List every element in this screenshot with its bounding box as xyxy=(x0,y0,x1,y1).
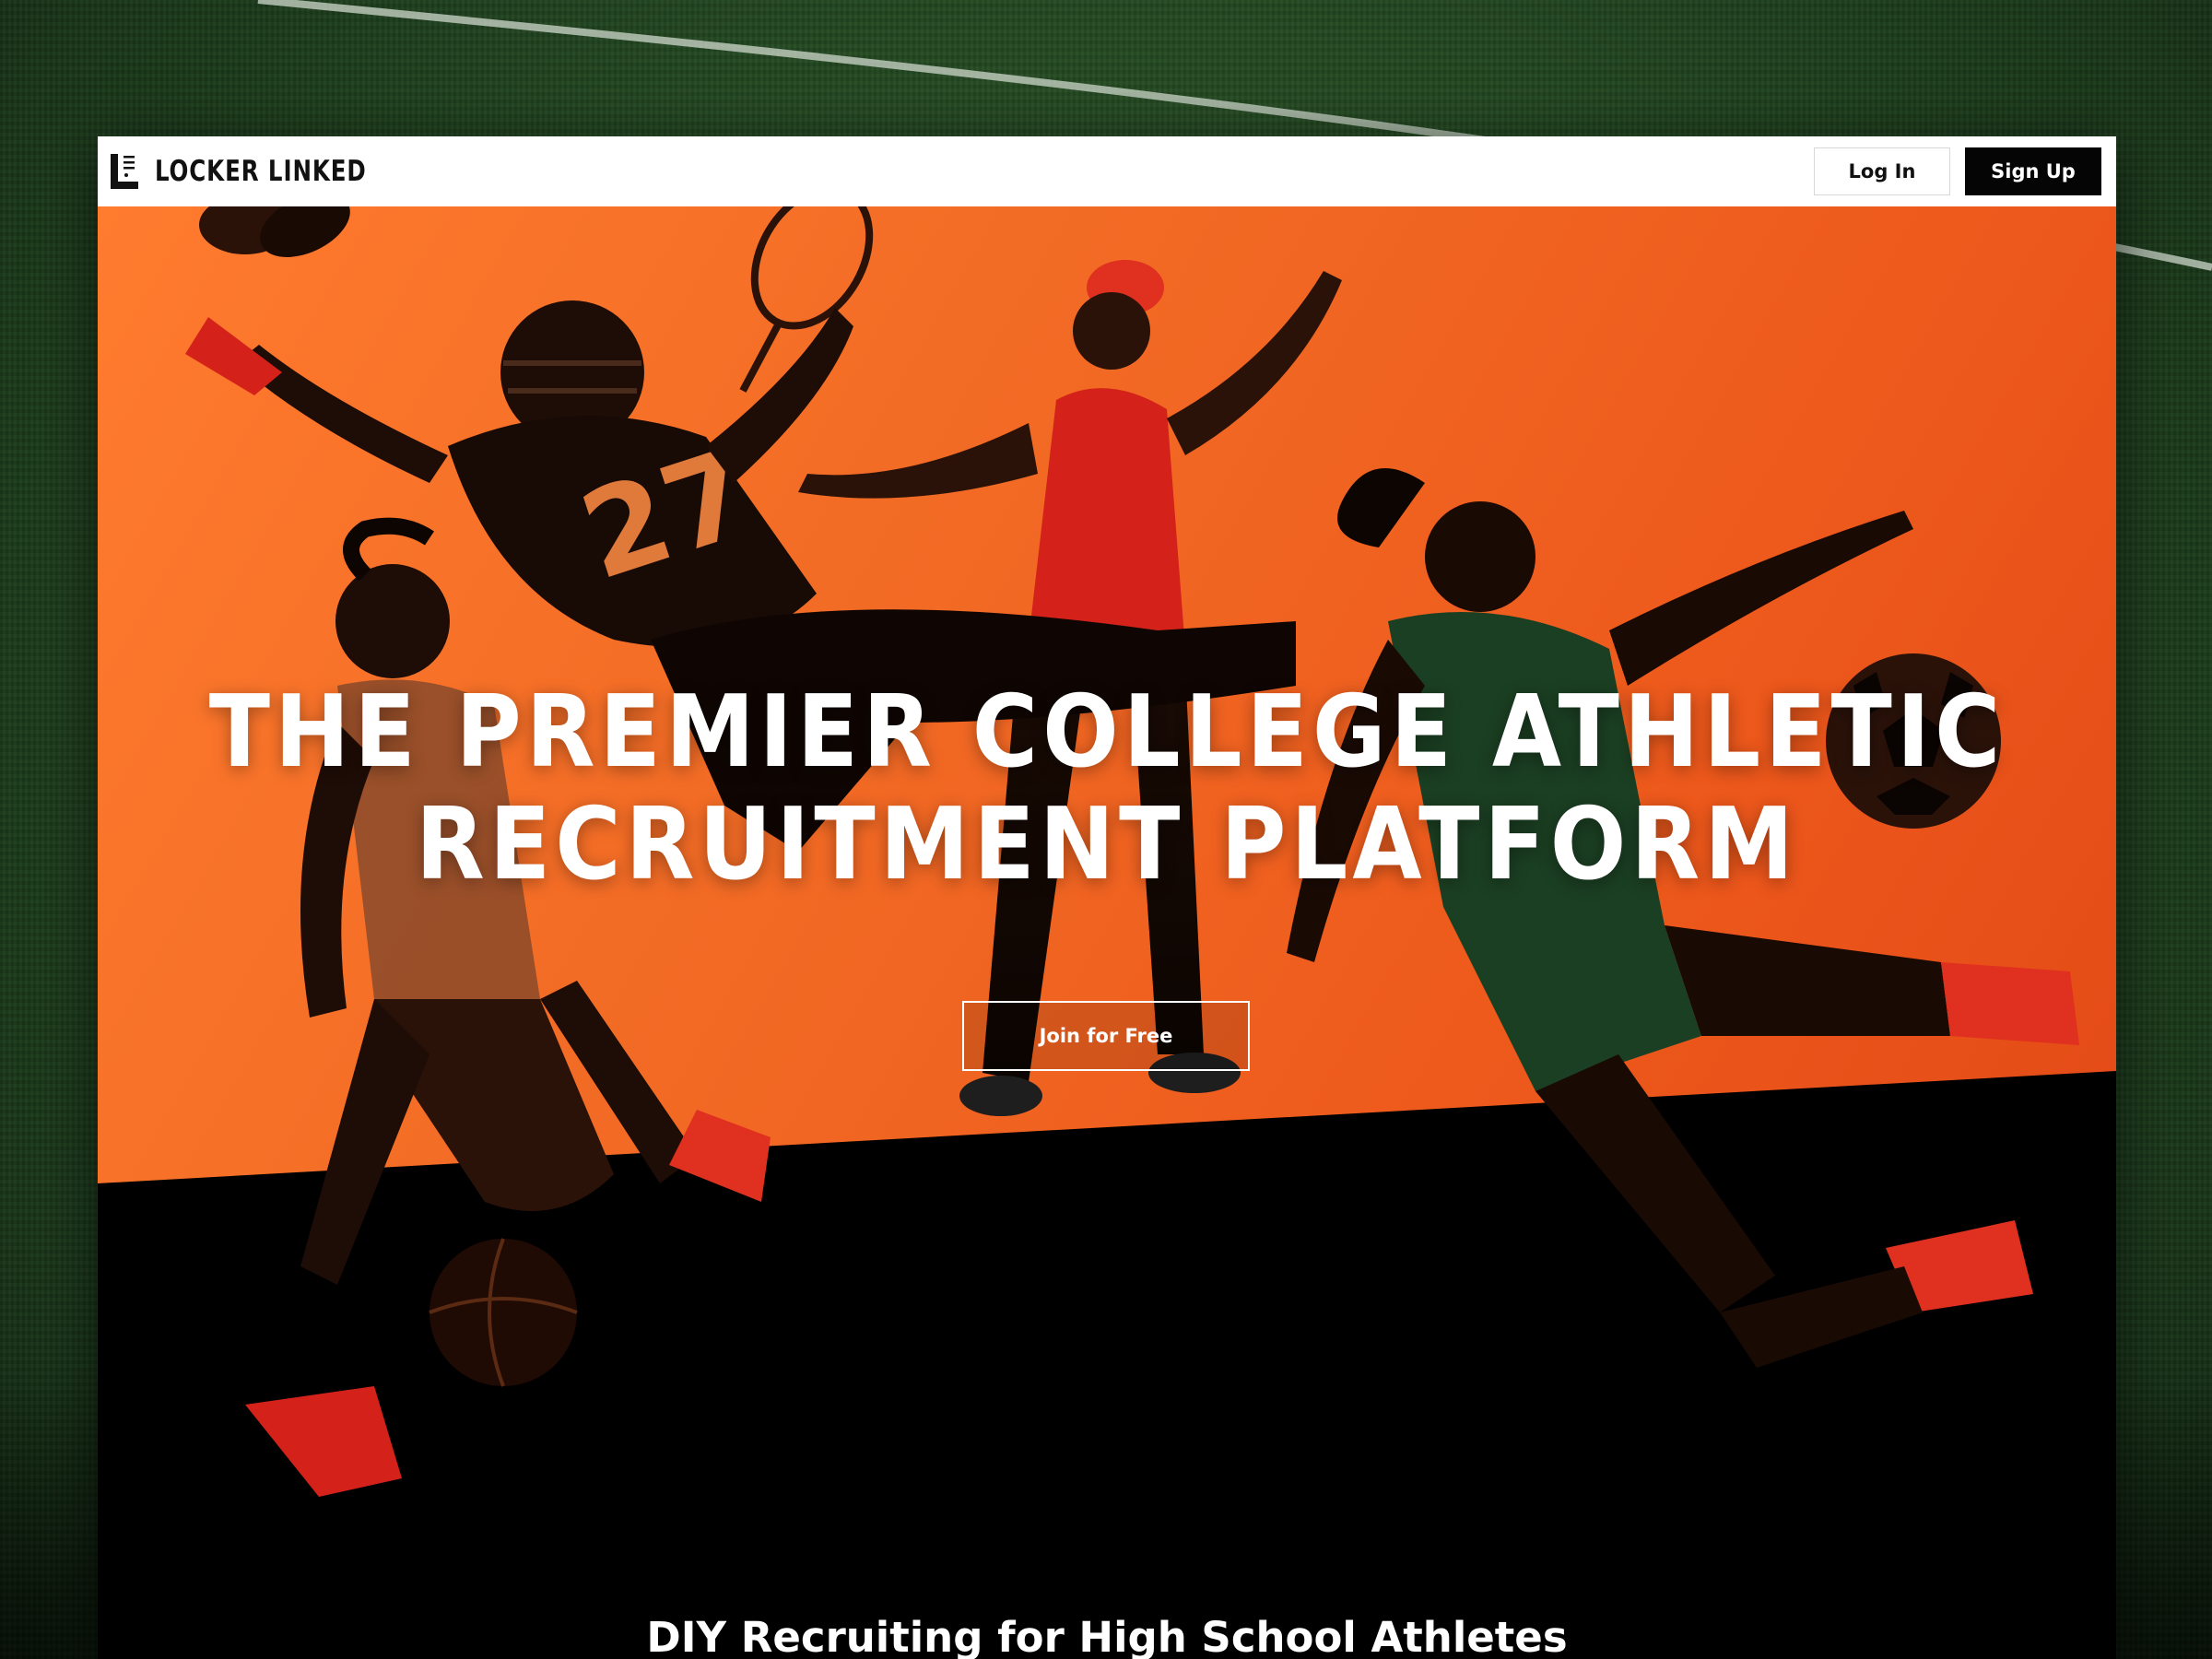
login-button[interactable]: Log In xyxy=(1814,147,1950,195)
brand-name: LOCKER LINKED xyxy=(155,155,367,188)
join-for-free-button[interactable]: Join for Free xyxy=(962,1001,1250,1071)
brand[interactable]: LOCKER LINKED xyxy=(109,150,395,193)
hero-headline: THE PREMIER COLLEGE ATHLETIC RECRUITMENT… xyxy=(98,677,2116,901)
basketball xyxy=(429,1239,577,1386)
section-subheading: DIY Recruiting for High School Athletes xyxy=(646,1613,1568,1659)
signup-button[interactable]: Sign Up xyxy=(1965,147,2101,195)
locker-linked-logo-icon xyxy=(111,154,138,189)
hero-athletes-image: 27 xyxy=(98,206,2116,1659)
nav-actions: Log In Sign Up xyxy=(1814,147,2101,195)
website-frame: LOCKER LINKED Log In Sign Up 27 THE PREM… xyxy=(98,136,2116,1659)
headline-line-1: THE PREMIER COLLEGE ATHLETIC xyxy=(208,675,2006,790)
headline-line-2: RECRUITMENT PLATFORM xyxy=(416,787,1798,902)
navbar: LOCKER LINKED Log In Sign Up xyxy=(98,136,2116,206)
hero-section: 27 THE PREMIER COLLEGE ATHLETIC RECRUITM… xyxy=(98,206,2116,1659)
